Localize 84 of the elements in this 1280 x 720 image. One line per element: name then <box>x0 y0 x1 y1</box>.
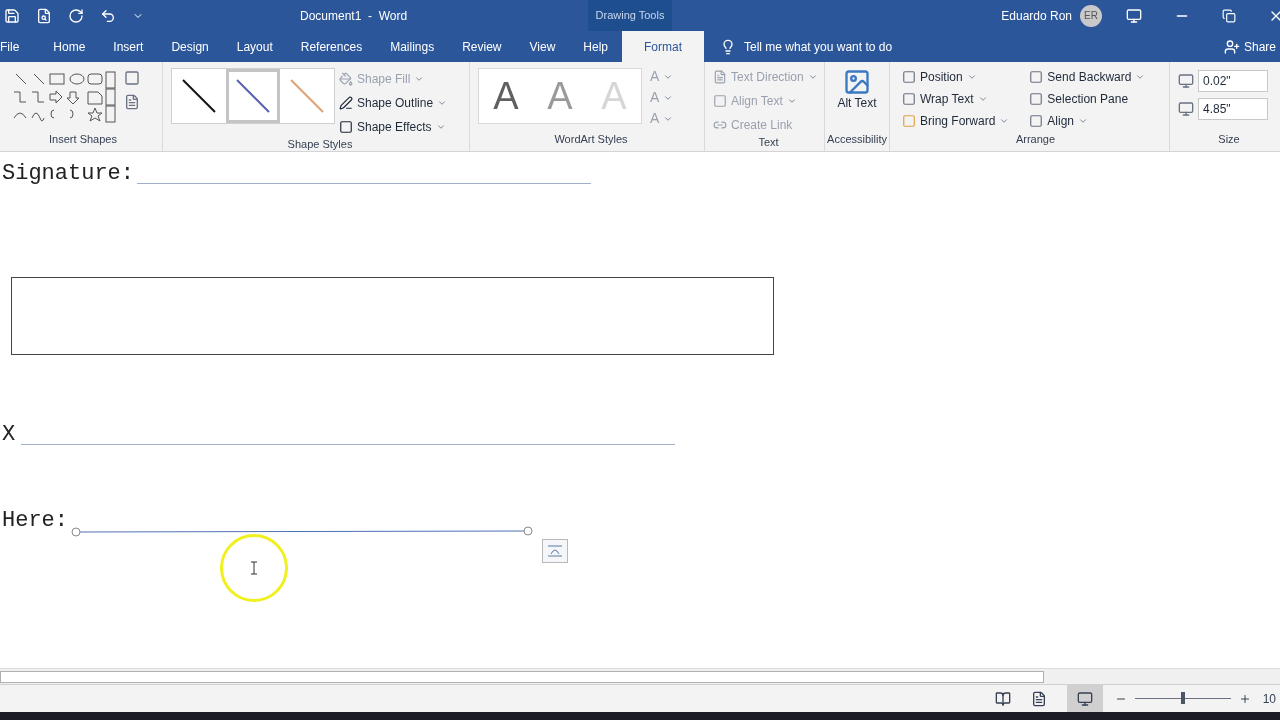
pen-icon <box>339 96 353 110</box>
ribbon-tab[interactable]: Help <box>569 31 622 62</box>
caret-icon <box>807 72 818 82</box>
arrange-button[interactable]: Wrap Text <box>902 90 1010 108</box>
caret-icon <box>999 116 1010 126</box>
tell-me-field[interactable]: Tell me what you want to do <box>744 37 893 56</box>
square-icon <box>902 70 916 84</box>
square-icon <box>713 94 727 108</box>
ribbon-tab[interactable]: Layout <box>222 31 287 62</box>
ribbon-tab[interactable]: File <box>0 31 40 62</box>
arrange-button[interactable]: Position <box>902 68 1010 86</box>
context-tab-header: Drawing Tools <box>588 0 672 31</box>
width-field[interactable]: 4.85" <box>1198 98 1268 120</box>
user-avatar[interactable]: ER <box>1080 4 1102 27</box>
arrange-button[interactable]: Send Backward <box>1029 68 1146 86</box>
group-label: Insert Shapes <box>48 131 118 147</box>
height-field[interactable]: 0.02" <box>1198 70 1268 92</box>
caret-icon <box>437 98 448 108</box>
horizontal-scrollbar[interactable] <box>0 668 1280 684</box>
ribbon-tab[interactable]: Review <box>448 31 516 62</box>
caret-icon <box>966 72 977 82</box>
caret-icon <box>414 74 425 84</box>
link-icon <box>713 118 727 132</box>
zoom-level[interactable]: 10 <box>1262 689 1276 708</box>
signature-label: Signature: <box>2 160 135 188</box>
ribbon-tab[interactable]: Mailings <box>376 31 449 62</box>
person-plus-icon <box>1223 38 1240 55</box>
ribbon-tab[interactable]: Design <box>157 31 223 62</box>
arrange-button[interactable]: Align <box>1029 112 1146 130</box>
caret-icon <box>435 122 446 132</box>
style-thumbnail[interactable] <box>226 69 280 123</box>
ribbon-tab[interactable]: Insert <box>99 31 158 62</box>
x-label: X <box>2 421 16 449</box>
ribbon-display-icon[interactable] <box>1126 7 1142 24</box>
print-preview-icon[interactable] <box>36 7 52 24</box>
read-mode-icon[interactable] <box>994 690 1011 707</box>
monitor-icon <box>1076 690 1093 707</box>
group-label: Arrange <box>1014 131 1057 147</box>
ribbon-tab[interactable]: Format <box>622 31 704 62</box>
web-layout-button[interactable] <box>1066 684 1103 713</box>
save-icon[interactable] <box>4 7 20 24</box>
zoom-in-icon[interactable] <box>1238 692 1251 705</box>
text-cursor-icon <box>250 561 258 575</box>
group-label: Accessibility <box>827 131 887 147</box>
redo-icon[interactable] <box>68 7 84 24</box>
image-icon <box>843 68 871 96</box>
group-label: Size <box>1217 131 1241 147</box>
alt-text-button[interactable]: Alt Text <box>837 68 877 111</box>
wordart-sample[interactable]: A <box>479 77 533 115</box>
group-label: Text <box>757 135 780 150</box>
window-title: Document1 - Word <box>300 7 409 25</box>
shape-style-button[interactable]: Shape Effects <box>339 118 448 136</box>
square-icon <box>1029 70 1044 84</box>
zoom-slider-thumb[interactable] <box>1180 692 1185 704</box>
shape-style-button[interactable]: Shape Outline <box>339 94 448 112</box>
square-icon <box>339 120 353 134</box>
arrange-button[interactable]: Selection Pane <box>1029 90 1146 108</box>
user-name: Eduardo Ron <box>1001 7 1072 25</box>
lightbulb-icon <box>720 38 736 55</box>
scrollbar-thumb[interactable] <box>0 670 1044 683</box>
square-icon <box>902 92 916 106</box>
caret-icon <box>1078 116 1089 126</box>
square-icon <box>902 114 916 128</box>
edit-shape-icon[interactable] <box>124 70 140 86</box>
square-icon <box>1029 92 1044 106</box>
group-label: Shape Styles <box>286 137 354 152</box>
ribbon-tab[interactable]: References <box>286 31 377 62</box>
restore-icon[interactable] <box>1222 8 1236 23</box>
caret-icon <box>977 94 988 104</box>
here-label: Here: <box>2 507 68 535</box>
ribbon-tab[interactable]: Home <box>39 31 100 62</box>
share-button[interactable]: Share <box>1223 31 1280 62</box>
paint-bucket-icon <box>339 72 353 86</box>
text-box-icon[interactable] <box>124 94 140 110</box>
arrange-button[interactable]: Bring Forward <box>902 112 1010 130</box>
undo-icon[interactable] <box>100 7 116 24</box>
caret-icon <box>786 96 797 106</box>
selected-line[interactable] <box>70 525 534 539</box>
document-icon <box>713 70 727 84</box>
group-label: WordArt Styles <box>553 131 629 147</box>
ribbon-tab[interactable]: View <box>515 31 570 62</box>
print-layout-icon[interactable] <box>1030 690 1047 707</box>
caret-icon <box>1135 72 1146 82</box>
square-icon <box>1029 114 1044 128</box>
